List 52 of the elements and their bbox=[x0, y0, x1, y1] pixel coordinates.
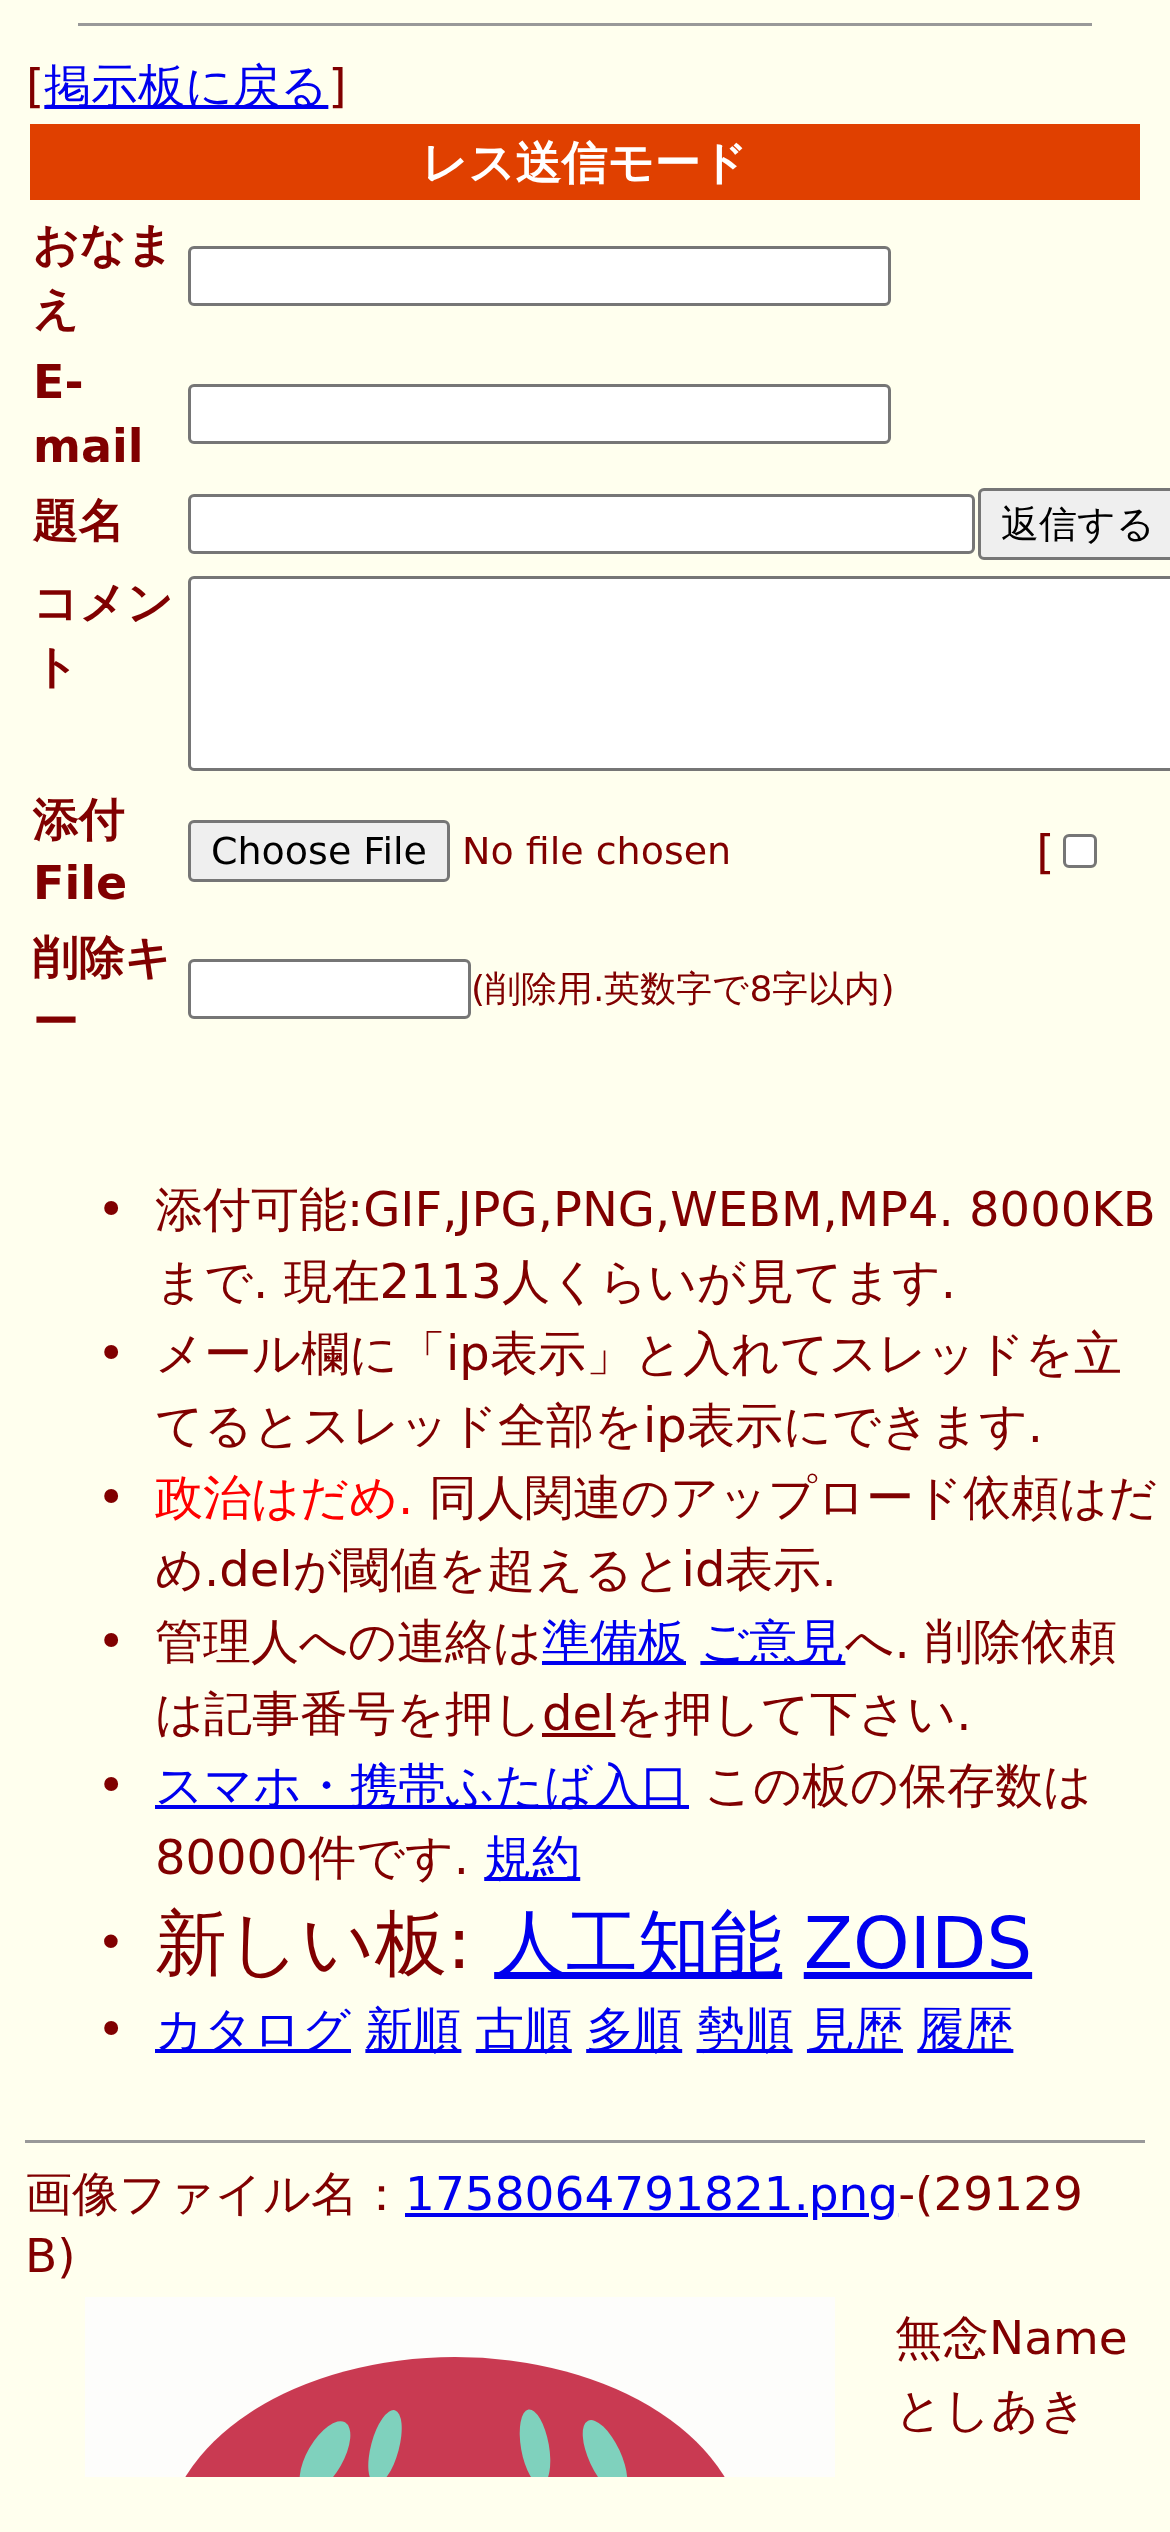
file-link[interactable]: 1758064791821.png bbox=[405, 2166, 899, 2221]
bracket: [ bbox=[26, 58, 45, 113]
notice-text: 添付可能:GIF,JPG,PNG,WEBM,MP4. 8000KBまで. 現在2113人くらいが見てます. bbox=[155, 1180, 1157, 1311]
notice-link[interactable]: 人工知能 bbox=[494, 1901, 783, 1985]
reply-button[interactable]: 返信する bbox=[978, 488, 1170, 560]
form-title-bar: レス送信モード bbox=[30, 124, 1140, 200]
notice-text: 管理人への連絡は準備板 ご意見へ. 削除依頼は記事番号を押し delを押して下さい. bbox=[155, 1612, 1118, 1743]
post-subject: 無念Name bbox=[895, 2309, 1128, 2367]
input-field[interactable] bbox=[188, 384, 891, 444]
notice-link[interactable]: ZOIDS bbox=[803, 1901, 1033, 1985]
notice-link[interactable]: ご意見 bbox=[700, 1613, 846, 1669]
notice-text: スマホ・携帯ふたば入口 この板の保存数は80000件です. 規約 bbox=[155, 1756, 1094, 1887]
subject-field[interactable] bbox=[188, 494, 975, 554]
notice-link[interactable]: 古順 bbox=[475, 2001, 572, 2057]
notice-text: メール欄に「ip表示」と入れてスレッドを立てるとスレッド全部をip表示にできます. bbox=[155, 1324, 1123, 1455]
notice-link[interactable]: 見歴 bbox=[806, 2001, 903, 2057]
notice-link[interactable]: 勢順 bbox=[696, 2001, 793, 2057]
file-info: 画像ファイル名：1758064791821.png-(29129 B) bbox=[24, 2165, 1084, 2285]
field-label: 題名 bbox=[33, 492, 126, 549]
del-link[interactable]: del bbox=[542, 1685, 616, 1741]
notice-link[interactable]: 多順 bbox=[586, 2001, 683, 2057]
notice-link[interactable]: 規約 bbox=[484, 1829, 581, 1885]
notice-link[interactable]: 準備板 bbox=[542, 1613, 686, 1669]
bullet: • bbox=[97, 1914, 126, 1972]
notice-link[interactable]: 履歴 bbox=[917, 2001, 1014, 2057]
input-field[interactable] bbox=[188, 246, 891, 306]
notice-link[interactable]: スマホ・携帯ふたば入口 bbox=[155, 1757, 689, 1813]
bracket: ] bbox=[328, 58, 347, 113]
field-label: おなまえ bbox=[33, 216, 175, 337]
bracket: [ bbox=[1036, 823, 1055, 879]
field-label: コメント bbox=[33, 574, 175, 695]
notice-text: 政治はだめ. 同人関連のアップロード依頼はだめ.delが閾値を超えるとid表示. bbox=[155, 1468, 1158, 1599]
checkbox[interactable] bbox=[1062, 834, 1097, 868]
notice-text: 新しい板: 人工知能 ZOIDS bbox=[155, 1900, 1034, 1987]
field-label: 添付File bbox=[33, 791, 129, 912]
bullet: • bbox=[97, 2000, 127, 2059]
file-status: No file chosen bbox=[461, 829, 732, 873]
notice-link[interactable]: カタログ bbox=[155, 2001, 351, 2057]
choose-file-button[interactable]: Choose File bbox=[188, 820, 450, 882]
bullet: • bbox=[97, 1324, 127, 1383]
bullet: • bbox=[97, 1180, 127, 1239]
field-label: 削除キー bbox=[33, 929, 173, 1050]
post-name: としあき bbox=[895, 2381, 1088, 2439]
field-note: (削除用.英数字で8字以内) bbox=[471, 966, 895, 1011]
bullet: • bbox=[97, 1756, 127, 1815]
field-label: E-mail bbox=[33, 354, 145, 475]
comment-field[interactable] bbox=[188, 576, 1170, 771]
bullet: • bbox=[97, 1612, 127, 1671]
back-link[interactable]: 掲示板に戻る bbox=[44, 58, 329, 113]
delete-key-field[interactable] bbox=[188, 959, 471, 1019]
bullet: • bbox=[97, 1468, 127, 1527]
notice-link[interactable]: 新順 bbox=[365, 2001, 462, 2057]
